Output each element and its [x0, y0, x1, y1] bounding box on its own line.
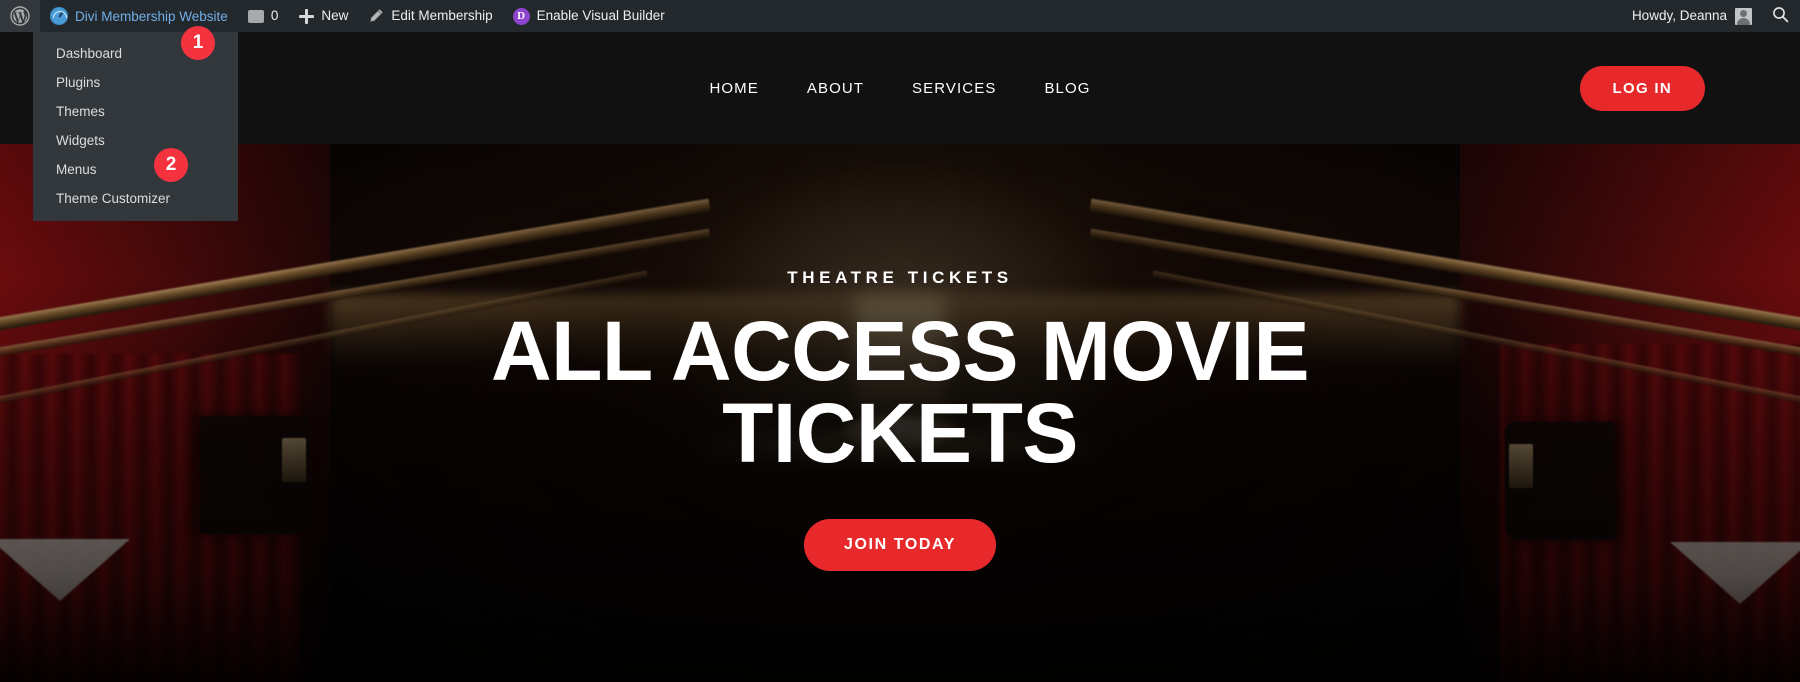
site-name-label: Divi Membership Website [75, 8, 228, 24]
wp-logo-menu[interactable] [0, 0, 40, 32]
hero-section: THEATRE TICKETS ALL ACCESS MOVIE TICKETS… [0, 144, 1800, 682]
wp-admin-dropdown-menu: Dashboard Plugins Themes Widgets Menus T… [33, 32, 238, 221]
site-header: HOME ABOUT SERVICES BLOG LOG IN [0, 32, 1800, 144]
hero-content: THEATRE TICKETS ALL ACCESS MOVIE TICKETS… [0, 144, 1800, 682]
primary-navigation: HOME ABOUT SERVICES BLOG [0, 80, 1800, 97]
dropdown-item-themes[interactable]: Themes [33, 97, 238, 126]
plus-icon [298, 8, 315, 24]
join-today-button[interactable]: JOIN TODAY [803, 518, 997, 571]
comment-bubble-icon [247, 9, 264, 23]
dashboard-speedometer-icon [50, 7, 68, 25]
nav-item-about[interactable]: ABOUT [807, 80, 864, 97]
admin-search-button[interactable] [1760, 0, 1800, 32]
dropdown-item-theme-customizer[interactable]: Theme Customizer [33, 184, 238, 213]
enable-visual-builder-button[interactable]: D Enable Visual Builder [503, 0, 675, 32]
edit-membership-link[interactable]: Edit Membership [358, 0, 502, 32]
log-in-button[interactable]: LOG IN [1579, 65, 1705, 111]
wp-admin-bar: Divi Membership Website 0 New Edit Membe… [0, 0, 1800, 32]
search-icon [1772, 6, 1789, 26]
dropdown-item-widgets[interactable]: Widgets [33, 126, 238, 155]
admin-bar-right-group: Howdy, Deanna [1624, 0, 1800, 32]
new-content-menu[interactable]: New [288, 0, 358, 32]
site-name-menu[interactable]: Divi Membership Website [40, 0, 238, 32]
wordpress-logo-icon [10, 6, 30, 26]
new-label: New [321, 8, 349, 24]
hero-eyebrow: THEATRE TICKETS [787, 268, 1013, 287]
dropdown-item-menus[interactable]: Menus [33, 155, 238, 184]
nav-item-blog[interactable]: BLOG [1044, 80, 1090, 97]
step-marker-2: 2 [154, 148, 188, 182]
edit-membership-label: Edit Membership [391, 8, 493, 24]
step-marker-1: 1 [181, 26, 215, 60]
divi-d-icon: D [512, 7, 530, 25]
comments-menu[interactable]: 0 [238, 0, 289, 32]
nav-item-services[interactable]: SERVICES [912, 80, 996, 97]
dropdown-item-plugins[interactable]: Plugins [33, 68, 238, 97]
comment-count: 0 [270, 8, 279, 24]
hero-title: ALL ACCESS MOVIE TICKETS [490, 304, 1310, 481]
howdy-label: Howdy, Deanna [1631, 8, 1727, 24]
visual-builder-label: Enable Visual Builder [536, 8, 665, 24]
avatar [1735, 7, 1752, 25]
account-menu[interactable]: Howdy, Deanna [1624, 0, 1760, 32]
nav-item-home[interactable]: HOME [709, 80, 758, 97]
pencil-icon [368, 8, 384, 24]
